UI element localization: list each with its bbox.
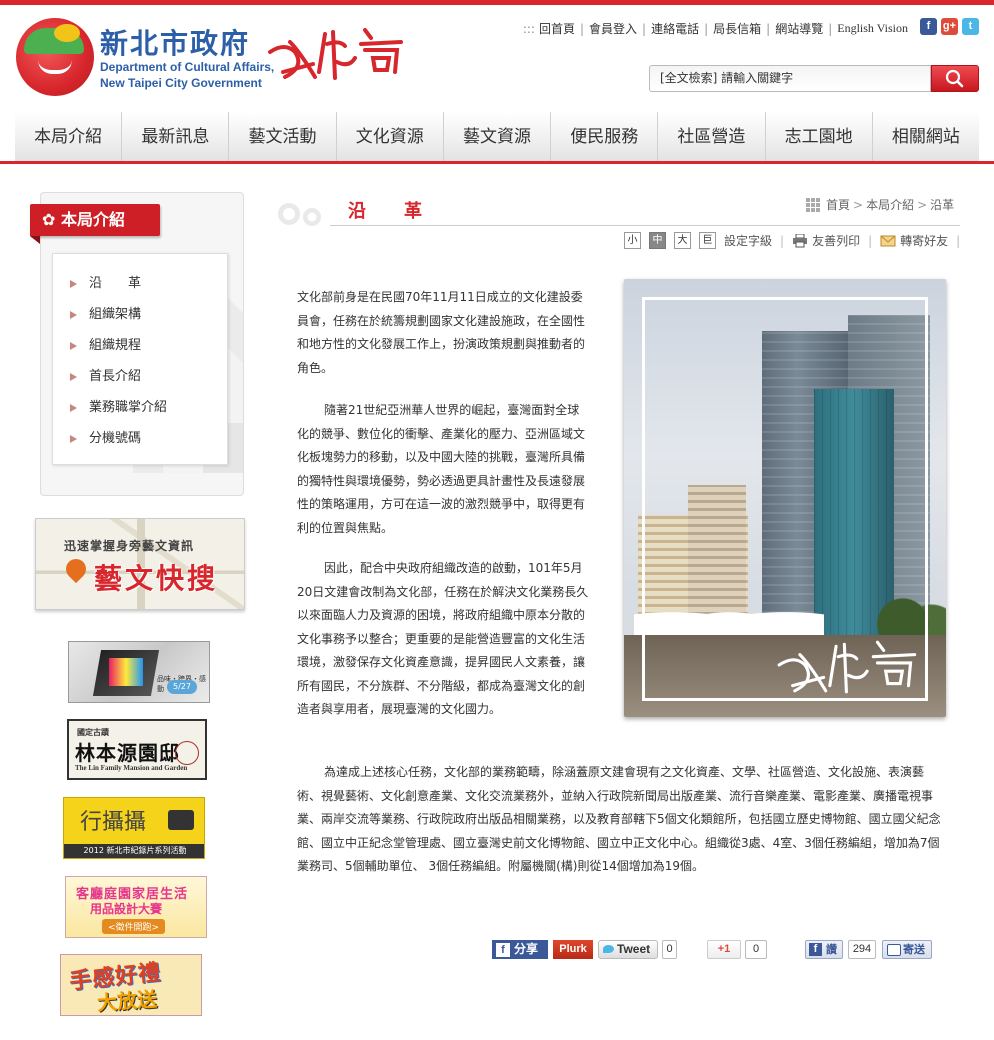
sidebar-item-director[interactable]: 首長介紹 [53,365,227,396]
sidebar-section-label: 本局介紹 [60,210,125,229]
page-tools: 小 中 大 巨 設定字級 | 友善列印 | 轉寄好友 | [624,232,968,249]
google-plus-icon[interactable]: g+ [941,18,958,35]
facebook-send-button[interactable]: 寄送 [882,940,932,959]
logo-emblem [16,18,94,96]
title-divider [330,225,960,226]
banner-art-search-subtitle: 迅速掌握身旁藝文資訊 [64,539,195,553]
nav-community[interactable]: 社區營造 [658,112,766,161]
breadcrumb-home[interactable]: 首頁 [826,196,850,213]
nav-news[interactable]: 最新訊息 [122,112,230,161]
gplus-button[interactable]: +1 [707,940,741,959]
banner-documentary-footer: 2012 新北市紀錄片系列活動 [64,844,204,858]
banner-arts-festival-dates: 5/27 [167,680,197,694]
banner-lin-garden-title: 林本源園邸 [75,741,180,765]
twitter-icon[interactable]: t [962,18,979,35]
like-count: 294 [848,940,876,959]
facebook-icon: f [496,943,510,957]
calligraphy-watermark [777,640,917,694]
toplink-sitemap[interactable]: 網站導覽 [775,20,823,37]
facebook-share-label: 分享 [514,942,539,956]
search-input[interactable]: [全文檢索] 請輸入關鍵字 [649,65,931,92]
breadcrumb: 首頁 > 本局介紹 > 沿革 [806,196,954,213]
forward-link[interactable]: 轉寄好友 [900,232,948,249]
toplink-english[interactable]: English Vision [837,21,908,36]
nav-volunteers[interactable]: 志工園地 [766,112,873,161]
accesskey-marker: ::: [522,21,535,36]
sidebar-item-duties[interactable]: 業務職掌介紹 [53,396,227,427]
nav-about[interactable]: 本局介紹 [15,112,123,161]
site-search: [全文檢索] 請輸入關鍵字 [649,65,979,92]
toplink-login[interactable]: 會員登入 [589,20,637,37]
print-link[interactable]: 友善列印 [812,232,860,249]
sidebar-item-history[interactable]: 沿 革 [53,272,227,303]
font-setting-link[interactable]: 設定字級 [724,232,772,249]
camera-icon [168,810,194,830]
mail-forward-icon [880,235,896,246]
top-accent-bar [0,0,994,5]
search-button[interactable] [931,65,979,92]
calligraphy-logo [268,28,403,80]
site-logo[interactable]: 新北市政府 Department of Cultural Affairs, Ne… [16,18,274,98]
logo-name-en-line2: New Taipei City Government [100,76,262,90]
sidebar-item-extensions[interactable]: 分機號碼 [53,427,227,458]
banner-art-search[interactable]: 迅速掌握身旁藝文資訊 藝文快搜 [35,518,245,610]
banner-lin-garden-en: The Lin Family Mansion and Garden [75,764,188,772]
nav-underline [0,161,994,164]
font-size-medium-button[interactable]: 中 [649,232,666,249]
nav-arts-resources[interactable]: 藝文資源 [444,112,552,161]
social-links: f g+ t [920,18,979,35]
tweet-button[interactable]: Tweet [598,940,658,959]
gplus-count: 0 [745,940,767,959]
font-size-small-button[interactable]: 小 [624,232,641,249]
logo-name-zh: 新北市政府 [100,27,251,60]
nav-related-sites[interactable]: 相關網站 [873,112,979,161]
toplink-director-mail[interactable]: 局長信箱 [713,20,761,37]
main-nav: 本局介紹 最新訊息 藝文活動 文化資源 藝文資源 便民服務 社區營造 志工園地 … [15,112,979,162]
print-icon [793,233,808,247]
paragraph-3: 因此，配合中央政府組織改造的啟動，101年5月20日文建會改制為文化部，任務在於… [297,561,589,716]
nav-events[interactable]: 藝文活動 [229,112,337,161]
banner-design-contest-line2: 用品設計大賽 [90,902,163,916]
facebook-like-button[interactable]: 讚 [805,940,843,959]
tweet-count: 0 [662,940,677,959]
font-setting-icon: 巨 [699,232,716,249]
paragraph-4: 為達成上述核心任務，文化部的業務範疇，除涵蓋原文建會現有之文化資產、文學、社區營… [297,765,941,873]
paragraph-1: 文化部前身是在民國70年11月11日成立的文化建設委員會，任務在於統籌規劃國家文… [297,290,586,375]
grid-icon [806,197,820,212]
plurk-share-button[interactable]: Plurk [553,940,593,959]
paragraph-2: 隨著21世紀亞洲華人世界的崛起，臺灣面對全球化的競爭、數位化的衝擊、產業化的壓力… [297,403,586,535]
title-decoration-icon [278,203,321,226]
page-title: 沿革 [348,201,460,222]
search-icon [945,69,964,88]
banner-graphic-color [109,658,143,686]
sidebar-item-org-structure[interactable]: 組織架構 [53,303,227,334]
gear-icon: ✿ [42,210,61,229]
seal-icon [175,741,199,765]
banner-gift[interactable]: 手感好禮 大放送 [60,954,202,1016]
sidebar-item-org-rules[interactable]: 組織規程 [53,334,227,365]
banner-art-search-title: 藝文快搜 [94,562,219,595]
breadcrumb-about[interactable]: 本局介紹 [866,196,914,213]
toplink-home[interactable]: 回首頁 [539,20,575,37]
breadcrumb-current: 沿革 [930,198,955,212]
sidebar-section-title: ✿ 本局介紹 [30,204,160,236]
banner-design-contest[interactable]: 客廳庭園家居生活 用品設計大賽 <徵件開跑> [65,876,207,938]
banner-documentary-title: 行攝攝 [80,810,147,835]
banner-arts-festival[interactable]: 品味・跨界・感動 5/27 [68,641,210,703]
banner-design-contest-line3: <徵件開跑> [102,919,166,934]
logo-name-en-line1: Department of Cultural Affairs, [100,60,275,74]
nav-services[interactable]: 便民服務 [551,112,659,161]
sidebar-menu: 沿 革 組織架構 組織規程 首長介紹 業務職掌介紹 分機號碼 [52,253,228,465]
sidebar-tag-fold [30,236,40,244]
top-links: ::: 回首頁 | 會員登入 | 連絡電話 | 局長信箱 | 網站導覽 | English… [522,20,908,37]
banner-gift-line2: 大放送 [96,986,158,1016]
building-photo [624,279,946,717]
nav-culture-resources[interactable]: 文化資源 [337,112,444,161]
banner-documentary[interactable]: 行攝攝 2012 新北市紀錄片系列活動 [63,797,205,859]
banner-lin-garden[interactable]: 國定古蹟 林本源園邸 The Lin Family Mansion and Ga… [67,719,207,780]
toplink-contact[interactable]: 連絡電話 [651,20,699,37]
facebook-share-button[interactable]: f 分享 [492,940,548,959]
font-size-large-button[interactable]: 大 [674,232,691,249]
facebook-icon[interactable]: f [920,18,937,35]
